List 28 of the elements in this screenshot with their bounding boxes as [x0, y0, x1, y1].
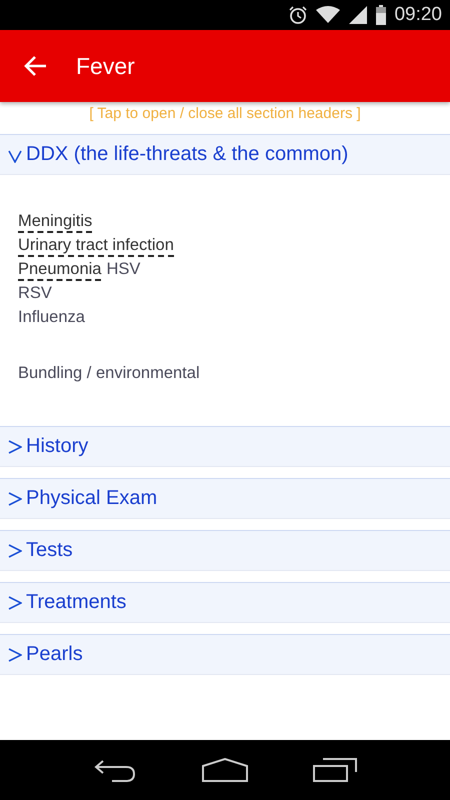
chevron-right-icon: [8, 438, 22, 454]
chevron-right-icon: [8, 490, 22, 506]
wifi-icon: [316, 6, 340, 24]
chevron-right-icon: [8, 594, 22, 610]
diagnosis-text: Bundling / environmental: [18, 363, 200, 383]
section-header[interactable]: Pearls: [0, 634, 450, 675]
battery-icon: [376, 5, 386, 25]
back-arrow-icon[interactable]: [24, 55, 48, 77]
recent-apps-icon[interactable]: [313, 758, 358, 782]
section-header[interactable]: DDX (the life-threats & the common): [0, 134, 450, 175]
diagnosis-text: RSV: [18, 283, 52, 303]
diagnosis-text: HSV: [106, 259, 140, 279]
diagnosis-link[interactable]: Meningitis: [18, 211, 92, 233]
section-header[interactable]: History: [0, 426, 450, 467]
section-header[interactable]: Tests: [0, 530, 450, 571]
home-icon[interactable]: [202, 758, 248, 782]
diagnosis-text: Influenza: [18, 307, 85, 327]
alarm-clock-icon: [288, 5, 308, 25]
chevron-right-icon: [8, 542, 22, 558]
signal-icon: [348, 6, 368, 24]
diagnosis-link[interactable]: Urinary tract infection: [18, 235, 174, 257]
status-time: 09:20: [394, 4, 442, 26]
screen-title: Fever: [76, 52, 135, 80]
chevron-right-icon: [8, 646, 22, 662]
diagnosis-link[interactable]: Pneumonia: [18, 259, 102, 281]
section-header[interactable]: Treatments: [0, 582, 450, 623]
section-header[interactable]: Physical Exam: [0, 478, 450, 519]
back-icon[interactable]: [92, 758, 137, 782]
